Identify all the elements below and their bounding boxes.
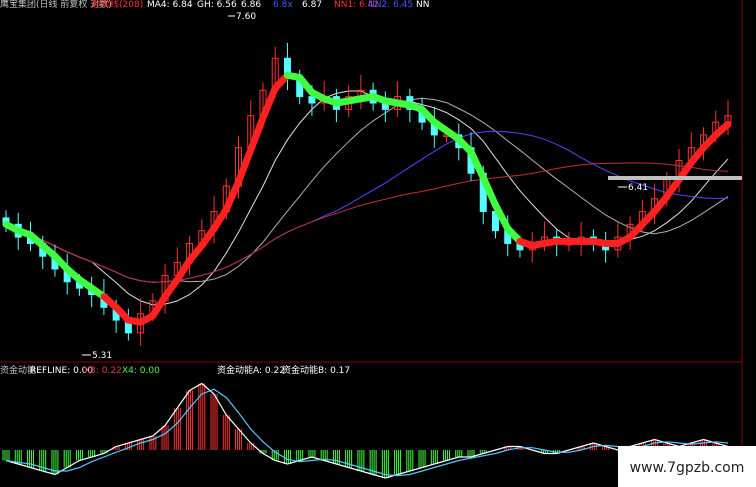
- right-price-label: 6.41: [628, 183, 648, 193]
- nn2-value: NN2: 6.45: [368, 0, 413, 10]
- watermark-text: www.7gpzb.com: [630, 460, 745, 476]
- gh-value: GH: 6.56: [197, 0, 237, 10]
- high-price-label: 7.60: [236, 12, 256, 22]
- indicator-name: 超卖线(208): [92, 0, 143, 10]
- momentum-a-value: 资金动能A: 0.22: [217, 364, 285, 376]
- low-price-label: 5.31: [92, 351, 112, 361]
- value-6-87: 6.87: [302, 0, 322, 10]
- value-6-8x: 6.8x: [273, 0, 293, 10]
- candle-body: [308, 96, 316, 104]
- x4-value: X4: 0.00: [122, 366, 160, 376]
- nn-label: NN: [416, 0, 429, 10]
- x3-value: X3: 0.22: [84, 366, 122, 376]
- momentum-b-value: 资金动能B: 0.17: [282, 364, 350, 376]
- value-6-86: 6.86: [241, 0, 261, 10]
- chart-background: [0, 0, 756, 487]
- level-marker: [608, 176, 742, 180]
- stock-chart: 鹰宝集团(日线 前复权 对数) 超卖线(208) MA4: 6.84 GH: 6…: [0, 0, 756, 487]
- ma4-value: MA4: 6.84: [147, 0, 193, 10]
